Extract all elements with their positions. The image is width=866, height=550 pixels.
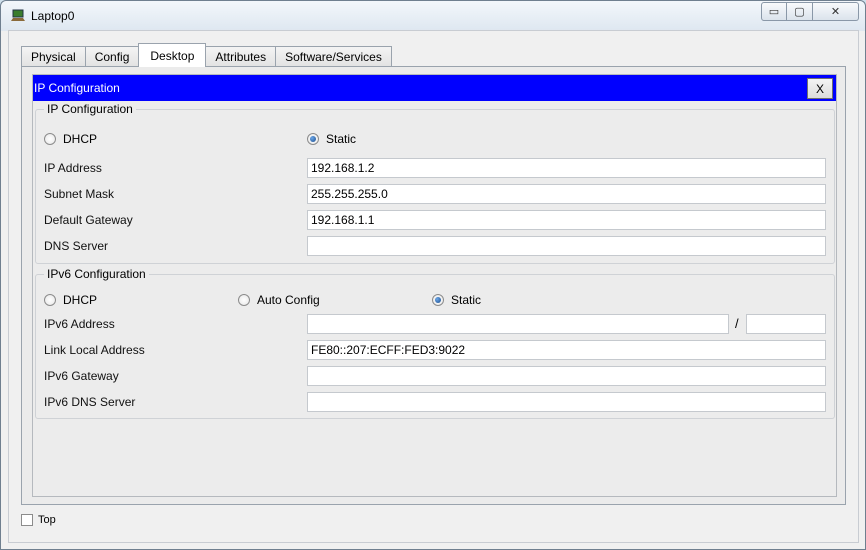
tab-software-services[interactable]: Software/Services (275, 46, 392, 67)
default-gateway-field[interactable] (307, 210, 826, 230)
title-bar[interactable]: Laptop0 ▭ ▢ ✕ (1, 1, 865, 29)
subnet-mask-label: Subnet Mask (44, 187, 115, 201)
ipv6-address-field[interactable] (307, 314, 729, 334)
tab-config[interactable]: Config (84, 46, 140, 67)
link-local-address-field[interactable] (307, 340, 826, 360)
ipv6-prefix-length-field[interactable] (746, 314, 826, 334)
default-gateway-label: Default Gateway (44, 213, 133, 227)
laptop-window: Laptop0 ▭ ▢ ✕ Physical Config Desktop At… (0, 0, 866, 550)
ipv6-auto-config-radio[interactable]: Auto Config (238, 293, 320, 307)
desktop-tab-panel: IP Configuration X IP Configuration DHCP… (21, 66, 846, 505)
radio-button-selected-icon (307, 133, 319, 145)
close-window-button[interactable]: ✕ (813, 2, 859, 21)
window-client-area: Physical Config Desktop Attributes Softw… (8, 30, 859, 543)
ipv6-gateway-label: IPv6 Gateway (44, 369, 119, 383)
ipv6-group-legend: IPv6 Configuration (44, 267, 149, 281)
minimize-button[interactable]: ▭ (761, 2, 787, 21)
ipv4-group-legend: IP Configuration (44, 102, 136, 116)
dialog-header: IP Configuration X (33, 75, 836, 101)
ipv6-dns-server-label: IPv6 DNS Server (44, 395, 136, 409)
ipv4-static-radio[interactable]: Static (307, 132, 356, 146)
subnet-mask-field[interactable] (307, 184, 826, 204)
ip-address-field[interactable] (307, 158, 826, 178)
tab-physical[interactable]: Physical (21, 46, 86, 67)
ip-address-label: IP Address (44, 161, 102, 175)
dns-server-field[interactable] (307, 236, 826, 256)
ipv4-dhcp-radio[interactable]: DHCP (44, 132, 97, 146)
radio-button-icon (44, 294, 56, 306)
ipv6-dhcp-radio[interactable]: DHCP (44, 293, 97, 307)
link-local-address-label: Link Local Address (44, 343, 145, 357)
ipv4-dhcp-label: DHCP (63, 132, 98, 146)
dialog-close-button[interactable]: X (807, 78, 833, 99)
ipv6-config-group: IPv6 Configuration DHCP Auto Config Stat… (35, 267, 835, 419)
maximize-button[interactable]: ▢ (787, 2, 813, 21)
radio-button-selected-icon (432, 294, 444, 306)
ipv6-dns-server-field[interactable] (307, 392, 826, 412)
tab-bar: Physical Config Desktop Attributes Softw… (21, 43, 392, 67)
ipv6-address-label: IPv6 Address (44, 317, 115, 331)
top-checkbox[interactable]: Top (21, 514, 56, 526)
ipv6-static-label: Static (451, 293, 482, 307)
dialog-title: IP Configuration (34, 81, 120, 95)
prefix-separator: / (735, 316, 739, 331)
ipv6-static-radio[interactable]: Static (432, 293, 481, 307)
ipv4-static-label: Static (326, 132, 357, 146)
laptop-app-icon (11, 9, 25, 21)
window-title: Laptop0 (31, 9, 75, 23)
top-checkbox-label: Top (38, 514, 56, 526)
ipv4-config-group: IP Configuration DHCP Static IP Address … (35, 102, 835, 264)
tab-attributes[interactable]: Attributes (205, 46, 277, 67)
radio-button-icon (44, 133, 56, 145)
tab-desktop[interactable]: Desktop (138, 43, 207, 67)
ipv6-auto-config-label: Auto Config (257, 293, 320, 307)
radio-button-icon (238, 294, 250, 306)
ip-configuration-dialog: IP Configuration X IP Configuration DHCP… (32, 74, 837, 497)
dns-server-label: DNS Server (44, 239, 109, 253)
checkbox-icon (21, 514, 33, 526)
ipv6-gateway-field[interactable] (307, 366, 826, 386)
ipv6-dhcp-label: DHCP (63, 293, 98, 307)
